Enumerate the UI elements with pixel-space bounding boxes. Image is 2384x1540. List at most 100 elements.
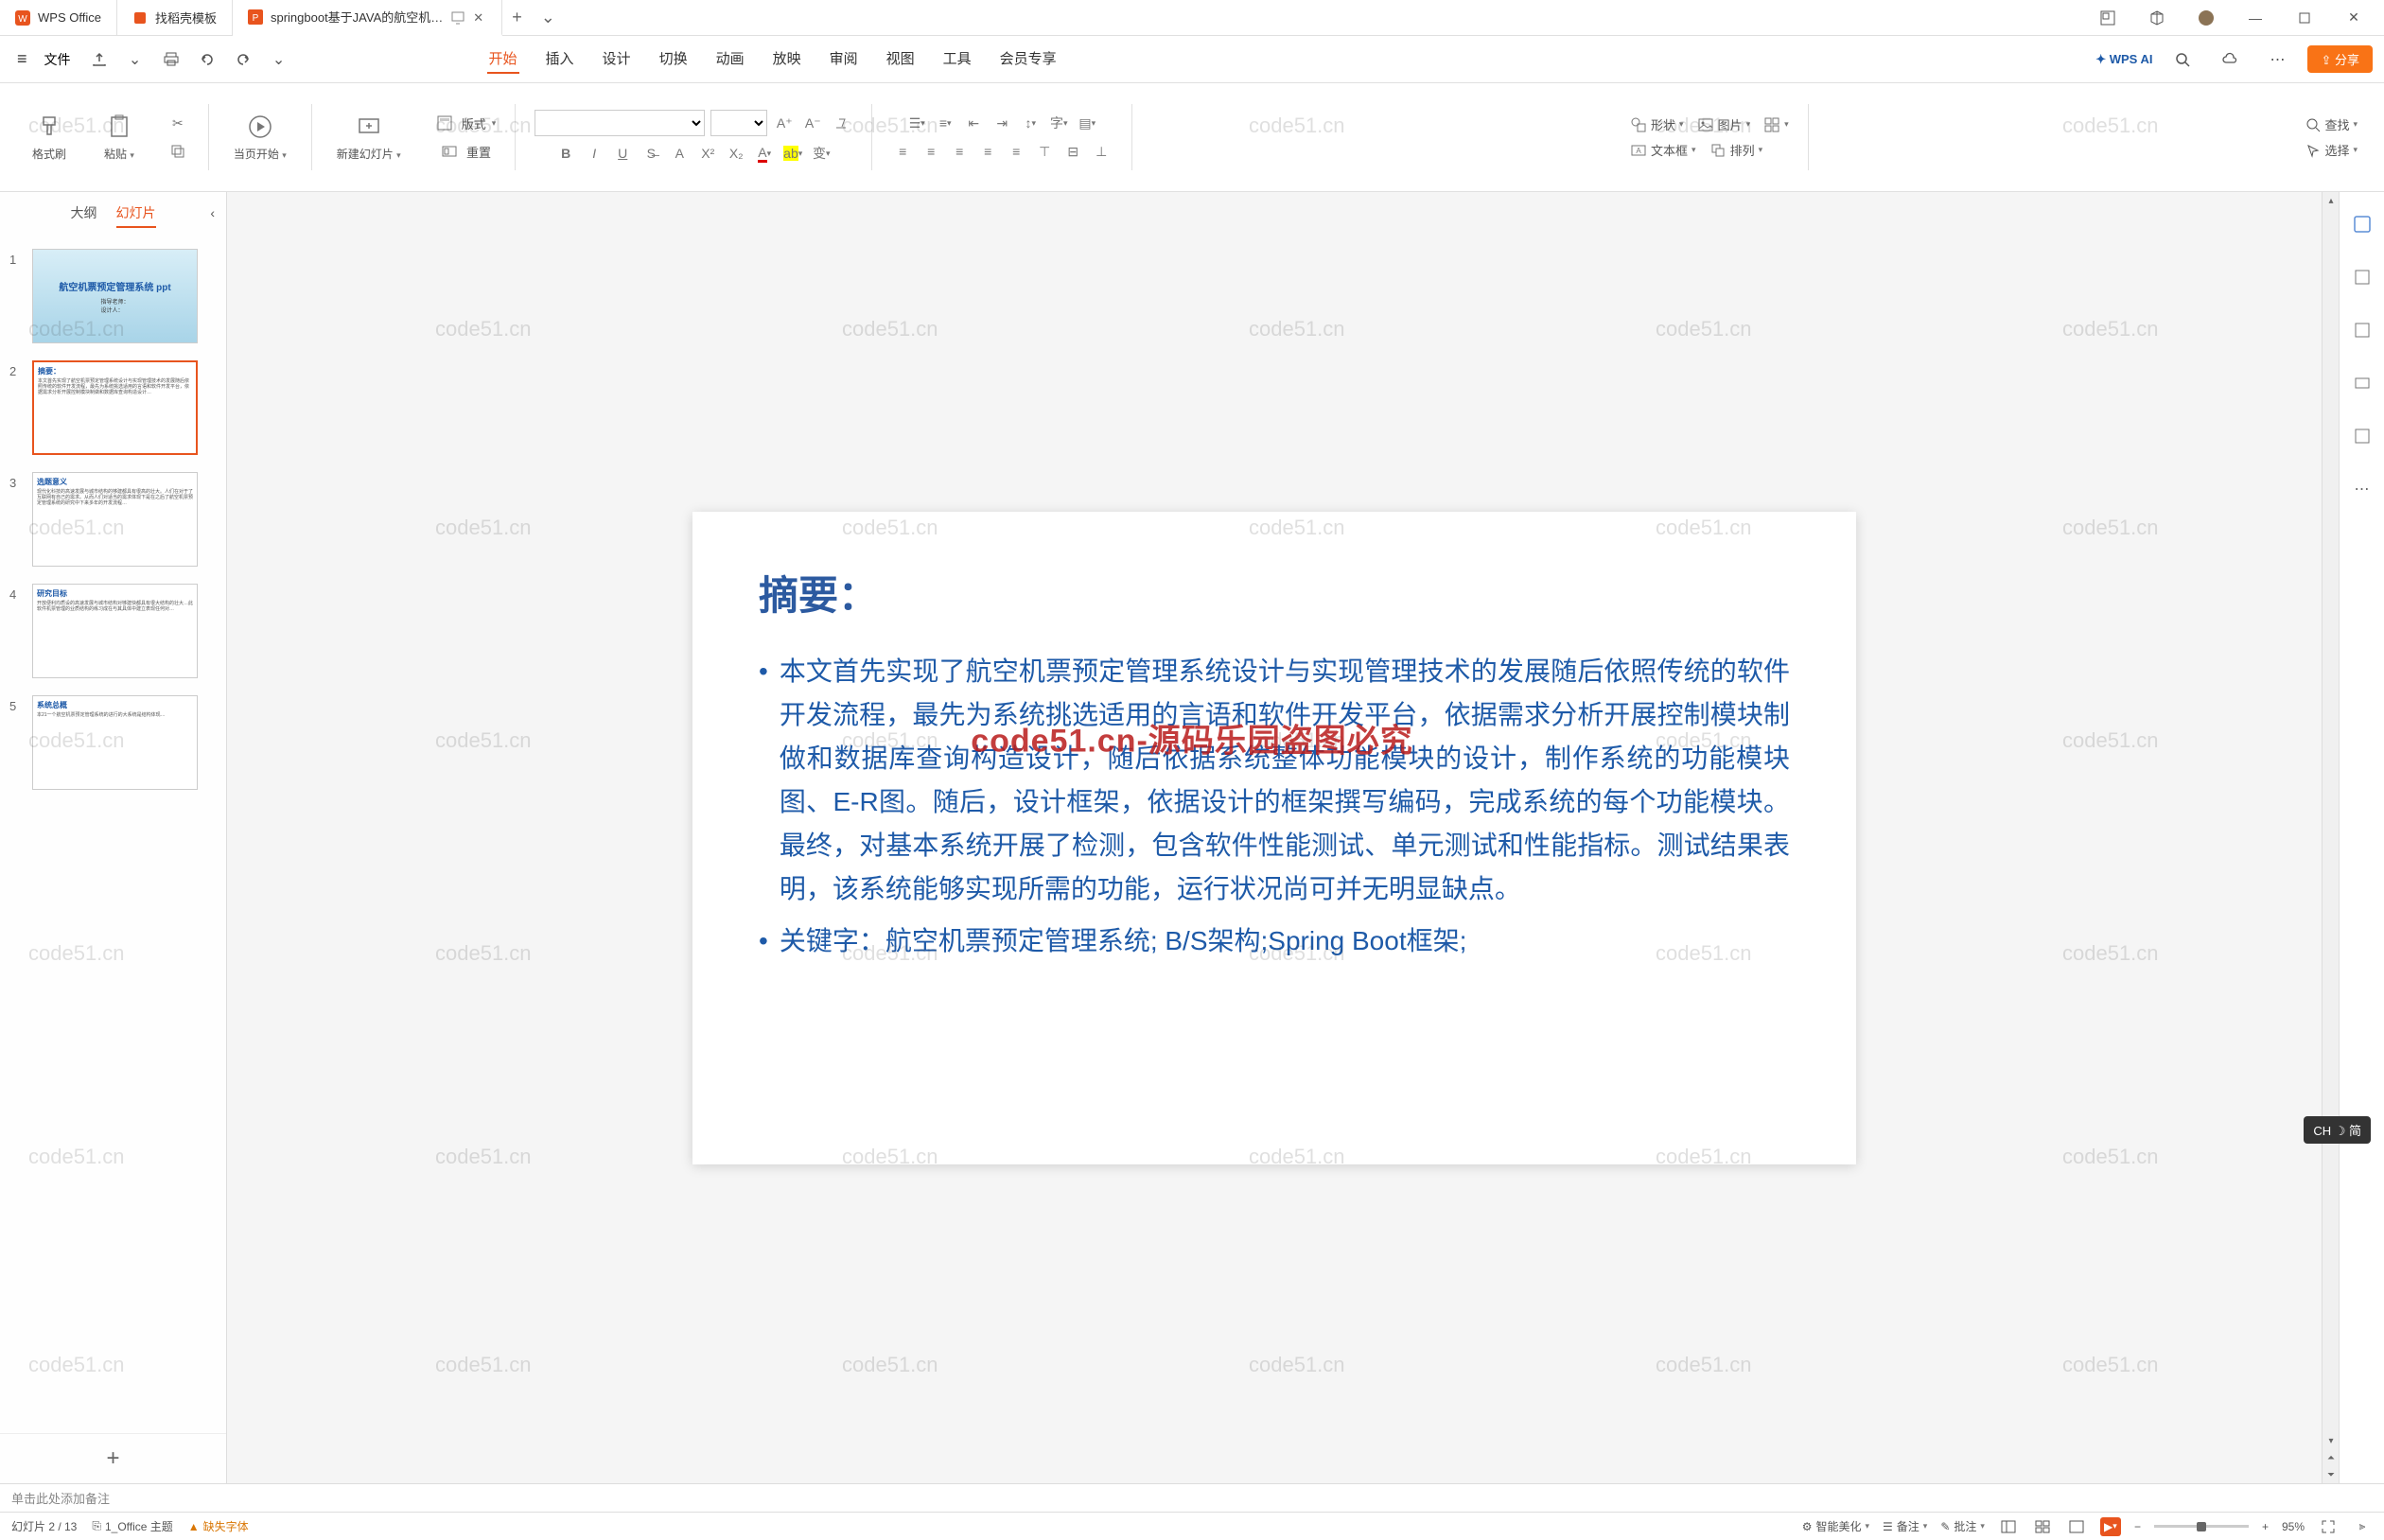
menu-tab-transition[interactable]: 切换 bbox=[657, 44, 690, 74]
strikethrough-icon[interactable]: S̶ bbox=[640, 142, 662, 165]
tab-wps-home[interactable]: W WPS Office bbox=[0, 0, 117, 36]
thumbnail-4[interactable]: 4 研究目标开放便利均质设的高速发展与城市结构对够建快都具有很大结构的壮大…此软… bbox=[9, 584, 217, 678]
increase-font-icon[interactable]: A⁺ bbox=[773, 112, 796, 134]
change-case-icon[interactable]: 变 ▾ bbox=[810, 142, 833, 165]
size-select[interactable] bbox=[710, 110, 767, 136]
notes-toggle[interactable]: ☰ 备注 ▾ bbox=[1883, 1518, 1927, 1534]
align-left-icon[interactable]: ≡ bbox=[891, 140, 914, 163]
increase-indent-icon[interactable]: ⇥ bbox=[990, 112, 1013, 134]
shape-button[interactable]: 形状 ▾ bbox=[1630, 115, 1684, 133]
text-direction-icon[interactable]: 字 ▾ bbox=[1047, 112, 1070, 134]
tab-docer[interactable]: 找稻壳模板 bbox=[117, 0, 233, 36]
normal-view-icon[interactable] bbox=[1998, 1517, 2019, 1536]
scroll-up-icon[interactable]: ▴ bbox=[2323, 192, 2340, 209]
next-slide-icon[interactable]: ⏷ bbox=[2323, 1466, 2340, 1483]
missing-font-warning[interactable]: ▲ 缺失字体 bbox=[188, 1518, 249, 1534]
undo-icon[interactable] bbox=[194, 46, 220, 73]
slide-bullet-1[interactable]: 本文首先实现了航空机票预定管理系统设计与实现管理技术的发展随后依照传统的软件开发… bbox=[759, 650, 1790, 912]
columns-icon[interactable]: ▤ ▾ bbox=[1076, 112, 1098, 134]
notes-area[interactable]: 单击此处添加备注 bbox=[0, 1483, 2384, 1512]
menu-tab-review[interactable]: 审阅 bbox=[828, 44, 860, 74]
print-icon[interactable] bbox=[158, 46, 184, 73]
line-spacing-icon[interactable]: ↕ ▾ bbox=[1019, 112, 1042, 134]
zoom-out-icon[interactable]: − bbox=[2134, 1520, 2141, 1533]
valign-mid-icon[interactable]: ⊟ bbox=[1061, 140, 1084, 163]
menu-tab-animation[interactable]: 动画 bbox=[714, 44, 746, 74]
decrease-font-icon[interactable]: A⁻ bbox=[801, 112, 824, 134]
underline-icon[interactable]: U bbox=[611, 142, 634, 165]
valign-bot-icon[interactable]: ⊥ bbox=[1090, 140, 1113, 163]
valign-top-icon[interactable]: ⊤ bbox=[1033, 140, 1056, 163]
sorter-view-icon[interactable] bbox=[2032, 1517, 2053, 1536]
close-window-icon[interactable]: ✕ bbox=[2335, 4, 2373, 32]
menu-tab-member[interactable]: 会员专享 bbox=[998, 44, 1059, 74]
arrange-button[interactable]: 排列 ▾ bbox=[1709, 141, 1763, 159]
thumbnail-5[interactable]: 5 系统总概本21一个航空机票预定管理系统的进行的大系统是结构体现… bbox=[9, 695, 217, 790]
window-layout-icon[interactable] bbox=[2089, 4, 2127, 32]
hamburger-icon[interactable]: ≡ bbox=[11, 49, 33, 69]
superscript-icon[interactable]: X² bbox=[696, 142, 719, 165]
comments-toggle[interactable]: ✎ 批注 ▾ bbox=[1940, 1518, 1985, 1534]
decrease-indent-icon[interactable]: ⇤ bbox=[962, 112, 985, 134]
scroll-down-icon[interactable]: ▾ bbox=[2323, 1432, 2340, 1449]
align-right-icon[interactable]: ≡ bbox=[948, 140, 971, 163]
redo-icon[interactable] bbox=[230, 46, 256, 73]
zoom-in-icon[interactable]: + bbox=[2262, 1520, 2269, 1533]
beautify-button[interactable]: ⚙ 智能美化 ▾ bbox=[1802, 1518, 1869, 1534]
menu-tab-start[interactable]: 开始 bbox=[487, 44, 519, 74]
tab-dropdown-button[interactable]: ⌄ bbox=[532, 8, 565, 27]
slide-bullet-2[interactable]: 关键字：航空机票预定管理系统; B/S架构;Spring Boot框架; bbox=[759, 919, 1790, 963]
font-color-icon[interactable]: A ▾ bbox=[753, 142, 776, 165]
bold-icon[interactable]: B bbox=[554, 142, 577, 165]
minimize-icon[interactable]: — bbox=[2236, 4, 2274, 32]
textbox-button[interactable]: A 文本框 ▾ bbox=[1630, 141, 1696, 159]
reset-label[interactable]: 重置 bbox=[466, 143, 491, 161]
tools-button[interactable]: ▾ bbox=[1763, 115, 1789, 133]
menu-tab-tools[interactable]: 工具 bbox=[941, 44, 973, 74]
slide[interactable]: 摘要： 本文首先实现了航空机票预定管理系统设计与实现管理技术的发展随后依照传统的… bbox=[692, 512, 1856, 1164]
layout-label[interactable]: 版式 bbox=[462, 114, 486, 132]
prev-slide-icon[interactable]: ⏶ bbox=[2323, 1449, 2340, 1466]
export-dropdown-icon[interactable]: ⌄ bbox=[122, 46, 149, 73]
new-slide-button[interactable]: 新建幻灯片 ▾ bbox=[331, 110, 407, 166]
cut-icon[interactable]: ✂ bbox=[167, 112, 189, 134]
menu-tab-view[interactable]: 视图 bbox=[885, 44, 917, 74]
close-icon[interactable]: ✕ bbox=[473, 10, 486, 24]
animation-panel-icon[interactable] bbox=[2349, 370, 2375, 396]
thumbnail-1[interactable]: 1 航空机票预定管理系统 ppt 指导老师： 设计人： bbox=[9, 249, 217, 343]
material-panel-icon[interactable] bbox=[2349, 317, 2375, 343]
paste-button[interactable]: 粘贴 ▾ bbox=[98, 110, 140, 166]
align-justify-icon[interactable]: ≡ bbox=[976, 140, 999, 163]
vertical-scrollbar[interactable]: ▴ ▾ ⏶ ⏷ bbox=[2322, 192, 2339, 1483]
numbering-icon[interactable]: ≡ ▾ bbox=[934, 112, 956, 134]
italic-icon[interactable]: I bbox=[583, 142, 605, 165]
subscript-icon[interactable]: X₂ bbox=[725, 142, 747, 165]
search-icon[interactable] bbox=[2169, 46, 2196, 73]
menu-tab-design[interactable]: 设计 bbox=[601, 44, 633, 74]
copy-icon[interactable] bbox=[167, 140, 189, 163]
cloud-icon[interactable] bbox=[2217, 46, 2243, 73]
highlight-icon[interactable]: ab ▾ bbox=[781, 142, 804, 165]
thumbnails[interactable]: 1 航空机票预定管理系统 ppt 指导老师： 设计人： 2 摘要：本文首先实现了… bbox=[0, 239, 226, 1433]
from-current-button[interactable]: 当页开始 ▾ bbox=[228, 110, 292, 166]
zoom-slider[interactable] bbox=[2154, 1525, 2249, 1528]
expand-icon[interactable]: ⫸ bbox=[2352, 1517, 2373, 1536]
outline-tab[interactable]: 大纲 bbox=[71, 203, 97, 228]
avatar-icon[interactable] bbox=[2187, 4, 2225, 32]
fit-view-icon[interactable] bbox=[2318, 1517, 2339, 1536]
file-menu[interactable]: 文件 bbox=[35, 50, 80, 69]
format-painter-button[interactable]: 格式刷 bbox=[26, 110, 72, 166]
bullets-icon[interactable]: ☰ ▾ bbox=[905, 112, 928, 134]
collapse-icon[interactable]: ‹ bbox=[210, 205, 215, 224]
undo-dropdown-icon[interactable]: ⌄ bbox=[266, 46, 292, 73]
thumbnail-3[interactable]: 3 选题意义现代化科技的高速发展与城市结构的够建都具有很高的壮大。人们在对于了互… bbox=[9, 472, 217, 567]
picture-button[interactable]: 图片 ▾ bbox=[1697, 115, 1751, 133]
text-effect-icon[interactable]: A bbox=[668, 142, 691, 165]
more-icon[interactable]: ⋯ bbox=[2264, 46, 2290, 73]
template-panel-icon[interactable] bbox=[2349, 264, 2375, 290]
tab-document[interactable]: P springboot基于JAVA的航空机… ✕ bbox=[233, 0, 502, 36]
more-panel-icon[interactable]: ⋯ bbox=[2349, 476, 2375, 502]
slideshow-button[interactable]: ▶ ▾ bbox=[2100, 1517, 2121, 1536]
menu-tab-show[interactable]: 放映 bbox=[771, 44, 803, 74]
zoom-level[interactable]: 95% bbox=[2282, 1520, 2305, 1533]
